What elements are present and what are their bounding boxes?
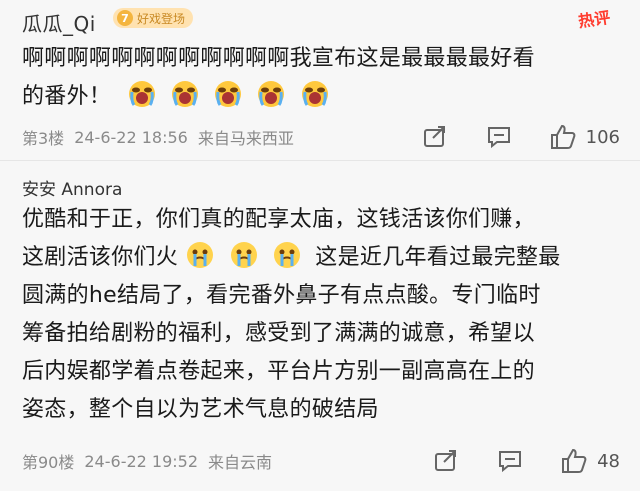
comment-line: 优酷和于正，你们真的配享太庙，这钱活该你们赚， [22, 207, 535, 232]
like-count: 106 [585, 126, 620, 148]
comment-actions: 106 [418, 120, 620, 154]
share-icon [423, 126, 445, 147]
floor-number: 第90楼 [22, 453, 75, 472]
crying-emoji-icon [274, 242, 300, 268]
comment-icon [499, 451, 522, 473]
user-level-badge: 7 好戏登场 [113, 8, 194, 28]
comment-line-text: 这是近几年看过最完整最 [315, 245, 561, 270]
comment-line: 筹备拍给剧粉的福利，感受到了满满的诚意，希望以 [22, 321, 535, 346]
crying-emoji-icon [215, 81, 242, 107]
crying-emoji-icon [301, 81, 328, 107]
share-button[interactable] [429, 444, 463, 478]
comment-line-text: 的番外！ [22, 84, 112, 109]
badge-label: 好戏登场 [137, 11, 186, 26]
comment-line-text: 这剧活该你们火 [22, 245, 179, 270]
crying-emoji-icon [258, 81, 285, 107]
emoji-group [127, 81, 336, 109]
comment-location: 来自马来西亚 [197, 129, 294, 148]
level-number: 7 [117, 10, 133, 26]
like-button[interactable] [546, 120, 580, 154]
crying-emoji-icon [230, 242, 257, 268]
comment-line: 这剧活该你们火 这是近几年看过最完整最 [22, 239, 616, 277]
crying-emoji-icon [171, 81, 198, 107]
emoji-group [185, 242, 315, 270]
share-button[interactable] [418, 120, 452, 154]
crying-emoji-icon [187, 242, 214, 268]
comment-card-2: 安安 Annora 优酷和于正，你们真的配享太庙，这钱活该你们赚， 这剧活该你们… [0, 160, 640, 491]
comment-date: 24-6-22 18:56 [74, 127, 188, 147]
like-count: 48 [597, 450, 620, 472]
comment-username[interactable]: 瓜瓜_Qi [22, 8, 96, 37]
floor-number: 第3楼 [22, 129, 65, 148]
comment-line: 圆满的he结局了，看完番外鼻子有点点酸。专门临时 [22, 283, 541, 308]
comment-line: 后内娱都学着点卷起来，平台片方别一副高高在上的 [22, 359, 535, 384]
comment-date: 24-6-22 19:52 [84, 451, 199, 471]
crying-emoji-icon [128, 81, 155, 107]
comment-actions: 48 [429, 444, 620, 478]
comment-line: 的番外！ [22, 78, 616, 116]
comment-username[interactable]: 安安 Annora [22, 175, 122, 200]
thumbs-up-icon [550, 124, 576, 149]
reply-button[interactable] [493, 444, 527, 478]
share-icon [435, 450, 457, 471]
comment-card-1: 瓜瓜_Qi 7 好戏登场 热评 啊啊啊啊啊啊啊啊啊啊啊啊我宣布这是最最最最好看 … [0, 0, 640, 160]
comment-body: 啊啊啊啊啊啊啊啊啊啊啊啊我宣布这是最最最最好看 的番外！ [22, 40, 616, 116]
thumbs-up-icon [562, 448, 587, 473]
hot-comment-tag: 热评 [577, 7, 612, 32]
comment-location: 来自云南 [208, 453, 273, 472]
like-button[interactable] [557, 444, 591, 478]
comment-icon [487, 127, 510, 149]
comment-body: 优酷和于正，你们真的配享太庙，这钱活该你们赚， 这剧活该你们火 这是近几年看过最… [22, 201, 616, 429]
reply-button[interactable] [482, 120, 516, 154]
comment-line: 姿态，整个自以为艺术气息的破结局 [22, 397, 379, 422]
comment-line: 啊啊啊啊啊啊啊啊啊啊啊啊我宣布这是最最最最好看 [22, 46, 535, 71]
